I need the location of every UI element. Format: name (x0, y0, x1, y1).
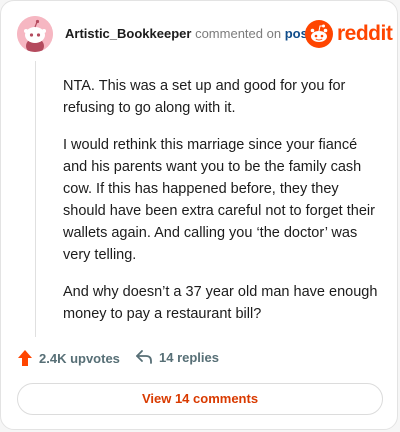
comment-paragraph: And why doesn’t a 37 year old man have e… (63, 284, 378, 322)
upvote-count: 2.4K upvotes (39, 350, 120, 366)
comment-actions: 2.4K upvotes 14 replies (17, 349, 377, 371)
replies-button[interactable]: 14 replies (135, 349, 219, 365)
byline: Artistic_Bookkeeper commented on post (65, 25, 312, 43)
comment-card: Artistic_Bookkeeper commented on post re… (0, 0, 398, 430)
reddit-logo-icon (305, 20, 333, 48)
upvote-button[interactable]: 2.4K upvotes (17, 349, 120, 367)
upvote-arrow-icon (18, 350, 32, 366)
comment-paragraph: I would rethink this marriage since your… (63, 137, 375, 263)
reddit-wordmark: reddit (337, 22, 393, 45)
username-link[interactable]: Artistic_Bookkeeper (65, 26, 191, 41)
comment-header: Artistic_Bookkeeper commented on post re… (17, 16, 393, 52)
comment-body: NTA. This was a set up and good for you … (63, 75, 381, 340)
reply-arrow-icon (136, 350, 152, 364)
snoo-avatar-icon[interactable] (17, 16, 53, 52)
thread-line (35, 61, 36, 337)
replies-count: 14 replies (159, 349, 219, 365)
commented-on-text: commented on (195, 26, 282, 41)
reddit-logo[interactable]: reddit (305, 20, 393, 48)
comment-paragraph: NTA. This was a set up and good for you … (63, 78, 346, 116)
view-comments-button[interactable]: View 14 comments (17, 383, 383, 415)
